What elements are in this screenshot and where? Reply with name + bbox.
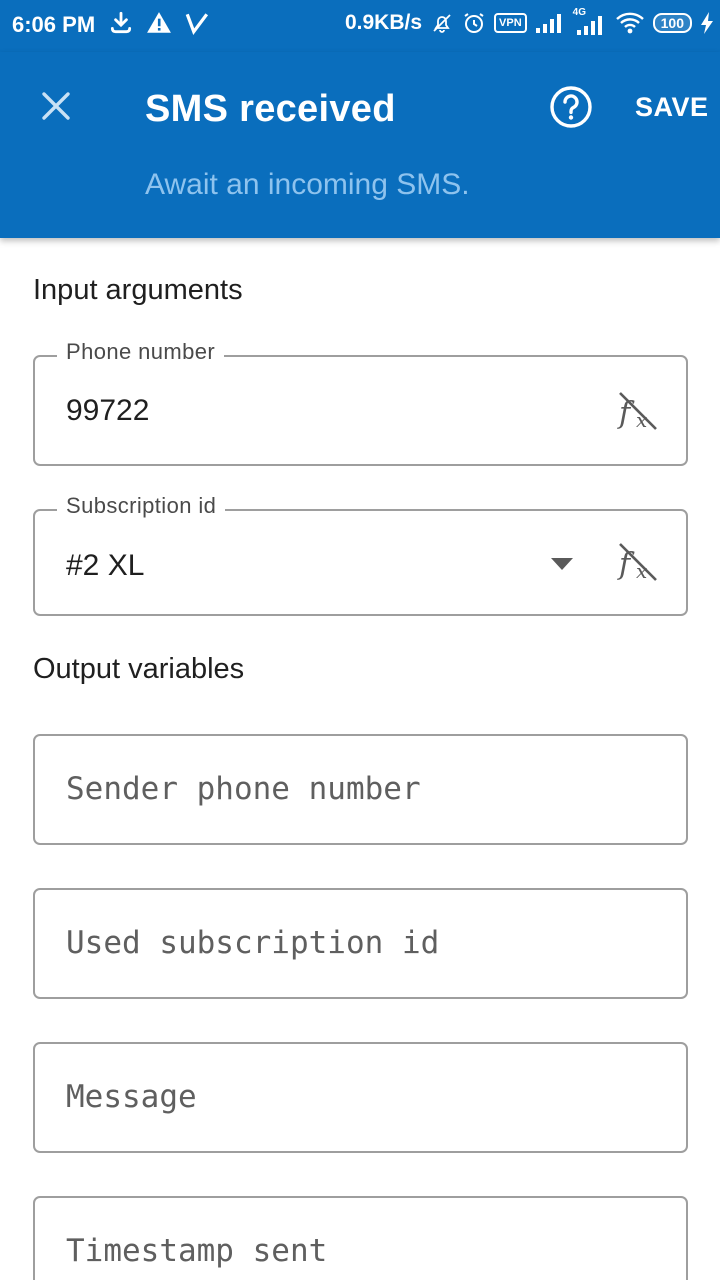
phone-number-field[interactable]: Phone number 99722 f x — [33, 339, 688, 466]
v-icon — [185, 13, 209, 36]
svg-text:f: f — [617, 396, 635, 431]
sender-phone-number-placeholder: Sender phone number — [66, 771, 421, 807]
page-title: SMS received — [145, 88, 396, 130]
close-icon — [42, 92, 70, 120]
signal-4g-icon: 4G — [571, 7, 607, 36]
page-subtitle: Await an incoming SMS. — [145, 168, 470, 201]
help-icon[interactable] — [548, 84, 594, 130]
timestamp-sent-placeholder: Timestamp sent — [66, 1233, 328, 1269]
mute-icon — [433, 14, 451, 33]
function-toggle-icon[interactable]: f x — [616, 540, 660, 584]
warning-icon — [147, 12, 171, 33]
subscription-id-value[interactable]: #2 XL — [66, 549, 144, 583]
save-button[interactable]: SAVE — [635, 92, 709, 123]
input-arguments-heading: Input arguments — [33, 274, 243, 306]
vpn-icon: VPN — [494, 13, 527, 33]
dropdown-arrow-icon[interactable] — [551, 558, 573, 570]
sender-phone-number-input[interactable]: Sender phone number — [33, 734, 688, 845]
alarm-icon — [464, 13, 484, 33]
status-time: 6:06 PM — [12, 12, 96, 37]
signal-icon — [535, 14, 561, 33]
used-subscription-id-input[interactable]: Used subscription id — [33, 888, 688, 999]
phone-number-label: Phone number — [57, 339, 225, 365]
message-input[interactable]: Message — [33, 1042, 688, 1153]
app-bar: SMS received Await an incoming SMS. SAVE — [0, 52, 720, 238]
network-speed: 0.9KB/s — [344, 11, 423, 34]
used-subscription-id-placeholder: Used subscription id — [66, 925, 440, 961]
battery-icon: 100 — [652, 13, 692, 33]
subscription-id-label: Subscription id — [57, 493, 226, 519]
subscription-id-field[interactable]: Subscription id #2 XL f x — [33, 493, 688, 616]
timestamp-sent-input[interactable]: Timestamp sent — [33, 1196, 688, 1280]
close-button[interactable] — [30, 80, 82, 132]
download-icon — [110, 11, 132, 34]
svg-text:f: f — [617, 547, 635, 582]
function-toggle-icon[interactable]: f x — [616, 389, 660, 433]
phone-number-value[interactable]: 99722 — [66, 394, 149, 428]
wifi-icon — [615, 12, 644, 34]
output-variables-heading: Output variables — [33, 653, 245, 685]
charging-icon — [701, 12, 713, 34]
message-placeholder: Message — [66, 1079, 197, 1115]
status-bar: 6:06 PM 0.9KB/s VPN 4G 100 — [0, 0, 720, 52]
